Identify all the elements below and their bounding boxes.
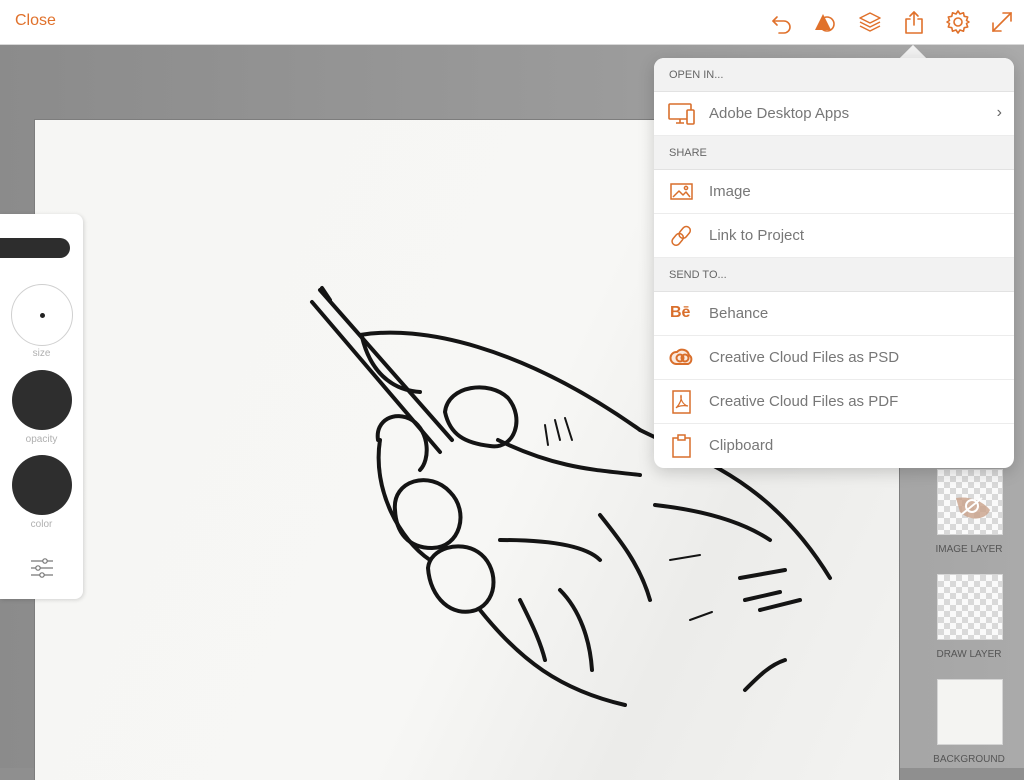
menu-item-cc-pdf[interactable]: Creative Cloud Files as PDF (654, 380, 1014, 424)
opacity-control[interactable] (12, 370, 72, 430)
link-icon (668, 223, 696, 249)
desktop-devices-icon (668, 101, 696, 127)
background-layer-thumb[interactable] (937, 679, 1003, 745)
menu-item-clipboard[interactable]: Clipboard (654, 424, 1014, 467)
color-label: color (30, 519, 53, 530)
layers-icon[interactable] (857, 9, 883, 35)
menu-item-image[interactable]: Image (654, 170, 1014, 214)
image-layer-label: IMAGE LAYER (935, 544, 1003, 555)
behance-icon: Bē (670, 304, 691, 321)
expand-icon[interactable] (989, 9, 1015, 35)
share-menu: OPEN IN... Adobe Desktop Apps › SHARE Im… (654, 58, 1014, 468)
creative-cloud-icon (668, 345, 696, 371)
sliders-icon[interactable] (29, 555, 55, 581)
top-bar: Close (0, 0, 1024, 45)
color-control[interactable] (12, 455, 72, 515)
opacity-label: opacity (25, 434, 58, 445)
size-label: size (32, 348, 51, 359)
size-dot (40, 313, 45, 318)
settings-icon[interactable] (945, 9, 971, 35)
chevron-right-icon: › (996, 104, 1002, 121)
size-control[interactable] (11, 284, 73, 346)
send-to-header: SEND TO... (654, 258, 1014, 292)
draw-layer-thumb[interactable] (937, 574, 1003, 640)
share-icon[interactable] (901, 9, 927, 35)
brush-panel: size opacity color (0, 214, 83, 599)
open-in-header: OPEN IN... (654, 58, 1014, 92)
close-button[interactable]: Close (15, 12, 56, 30)
image-icon (668, 179, 696, 205)
background-layer-label: BACKGROUND (933, 754, 1005, 765)
clipboard-icon (668, 433, 696, 459)
draw-layer-label: DRAW LAYER (936, 649, 1002, 660)
undo-icon[interactable] (769, 9, 795, 35)
image-layer-thumb[interactable] (937, 469, 1003, 535)
shape-icon[interactable] (812, 9, 838, 35)
menu-item-adobe-desktop-apps[interactable]: Adobe Desktop Apps › (654, 92, 1014, 136)
pdf-icon (668, 389, 696, 415)
brush-preview[interactable] (0, 238, 70, 258)
menu-item-behance[interactable]: Bē Behance (654, 292, 1014, 336)
share-header: SHARE (654, 136, 1014, 170)
menu-item-link-to-project[interactable]: Link to Project (654, 214, 1014, 258)
menu-item-cc-psd[interactable]: Creative Cloud Files as PSD (654, 336, 1014, 380)
